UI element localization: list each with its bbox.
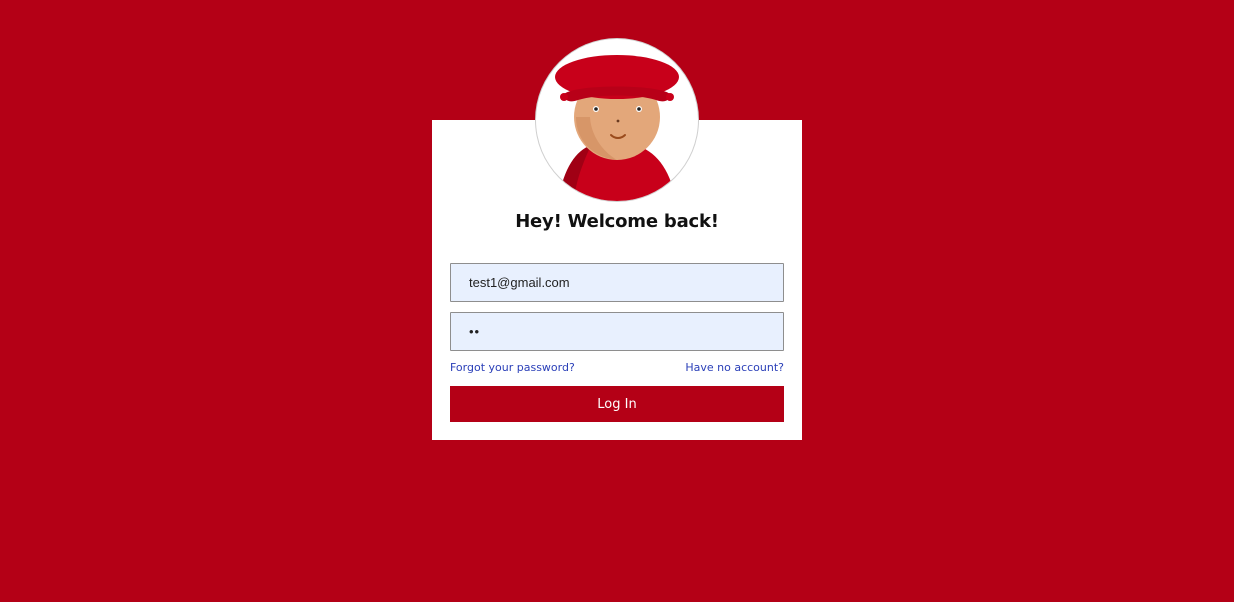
forgot-password-link[interactable]: Forgot your password? bbox=[450, 361, 575, 374]
password-field[interactable] bbox=[450, 312, 784, 351]
login-page: Hey! Welcome back! Forgot your password?… bbox=[0, 0, 1234, 602]
avatar bbox=[536, 39, 698, 201]
signup-link[interactable]: Have no account? bbox=[685, 361, 784, 374]
email-field[interactable] bbox=[450, 263, 784, 302]
person-avatar-icon bbox=[555, 55, 679, 201]
login-button[interactable]: Log In bbox=[450, 386, 784, 422]
page-title: Hey! Welcome back! bbox=[515, 211, 719, 232]
